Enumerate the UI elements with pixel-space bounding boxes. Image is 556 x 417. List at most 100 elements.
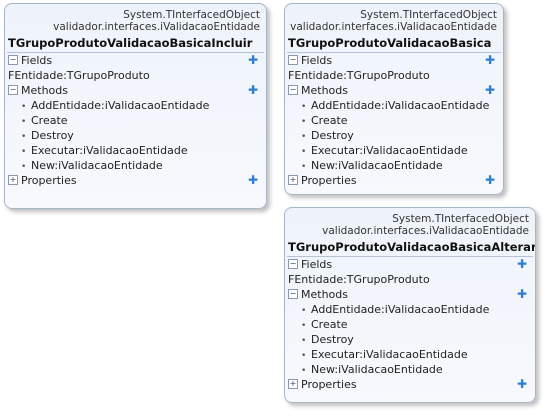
- class-title[interactable]: TGrupoProdutoValidacaoBasica: [285, 33, 503, 52]
- section-label: Properties: [301, 378, 357, 391]
- plus-icon[interactable]: ✚: [517, 287, 527, 302]
- class-stereotype: System.TInterfacedObject validador.inter…: [5, 4, 266, 33]
- minus-toggle-icon[interactable]: −: [8, 85, 18, 95]
- plus-icon[interactable]: ✚: [485, 173, 495, 188]
- method-label: New:iValidacaoEntidade: [311, 363, 443, 376]
- plus-toggle-icon[interactable]: +: [288, 175, 298, 185]
- class-stereotype: System.TInterfacedObject validador.inter…: [285, 4, 503, 33]
- method-item[interactable]: • Create: [285, 113, 503, 128]
- section-fields[interactable]: − Fields ✚: [285, 53, 503, 68]
- bullet-icon: •: [301, 117, 307, 127]
- method-item[interactable]: • Destroy: [285, 332, 535, 347]
- section-methods[interactable]: − Methods ✚: [5, 83, 266, 98]
- plus-icon[interactable]: ✚: [248, 173, 258, 188]
- minus-toggle-icon[interactable]: −: [288, 55, 298, 65]
- section-label: Fields: [21, 54, 53, 67]
- method-item[interactable]: • Create: [5, 113, 266, 128]
- plus-icon[interactable]: ✚: [517, 377, 527, 392]
- class-box[interactable]: System.TInterfacedObject validador.inter…: [284, 3, 504, 195]
- plus-icon[interactable]: ✚: [248, 83, 258, 98]
- plus-toggle-icon[interactable]: +: [288, 379, 298, 389]
- method-item[interactable]: • AddEntidade:iValidacaoEntidade: [285, 302, 535, 317]
- section-label: Properties: [21, 174, 77, 187]
- bullet-icon: •: [301, 306, 307, 316]
- bullet-icon: •: [21, 102, 27, 112]
- bullet-icon: •: [301, 366, 307, 376]
- stereotype-interface: validador.interfaces.iValidacaoEntidade: [290, 21, 497, 33]
- method-item[interactable]: • Executar:iValidacaoEntidade: [285, 143, 503, 158]
- field-item[interactable]: FEntidade:TGrupoProduto: [285, 272, 535, 287]
- bullet-icon: •: [301, 351, 307, 361]
- plus-icon[interactable]: ✚: [485, 83, 495, 98]
- minus-toggle-icon[interactable]: −: [8, 55, 18, 65]
- field-item[interactable]: FEntidade:TGrupoProduto: [5, 68, 266, 83]
- method-label: Executar:iValidacaoEntidade: [31, 144, 188, 157]
- minus-toggle-icon[interactable]: −: [288, 289, 298, 299]
- plus-toggle-icon[interactable]: +: [8, 175, 18, 185]
- method-item[interactable]: • Executar:iValidacaoEntidade: [5, 143, 266, 158]
- plus-icon[interactable]: ✚: [485, 53, 495, 68]
- bullet-icon: •: [301, 336, 307, 346]
- method-item[interactable]: • AddEntidade:iValidacaoEntidade: [5, 98, 266, 113]
- section-label: Methods: [301, 84, 348, 97]
- stereotype-interface: validador.interfaces.iValidacaoEntidade: [322, 225, 529, 237]
- bullet-icon: •: [21, 117, 27, 127]
- section-fields[interactable]: − Fields ✚: [5, 53, 266, 68]
- section-properties[interactable]: + Properties ✚: [5, 173, 266, 188]
- method-item[interactable]: • Destroy: [5, 128, 266, 143]
- stereotype-parent: System.TInterfacedObject: [360, 9, 497, 21]
- bullet-icon: •: [301, 102, 307, 112]
- section-label: Fields: [301, 54, 333, 67]
- method-label: Destroy: [311, 333, 354, 346]
- method-label: Executar:iValidacaoEntidade: [311, 348, 468, 361]
- stereotype-parent: System.TInterfacedObject: [123, 9, 260, 21]
- section-properties[interactable]: + Properties ✚: [285, 377, 535, 392]
- class-diagram: System.TInterfacedObject validador.inter…: [0, 0, 556, 417]
- method-label: New:iValidacaoEntidade: [311, 159, 443, 172]
- class-box[interactable]: System.TInterfacedObject validador.inter…: [4, 3, 267, 209]
- minus-toggle-icon[interactable]: −: [288, 259, 298, 269]
- bullet-icon: •: [301, 321, 307, 331]
- method-label: AddEntidade:iValidacaoEntidade: [31, 99, 210, 112]
- section-methods[interactable]: − Methods ✚: [285, 83, 503, 98]
- section-label: Methods: [21, 84, 68, 97]
- bullet-icon: •: [301, 147, 307, 157]
- bullet-icon: •: [301, 162, 307, 172]
- class-title[interactable]: TGrupoProdutoValidacaoBasicaAlterar: [285, 237, 535, 256]
- method-item[interactable]: • New:iValidacaoEntidade: [5, 158, 266, 173]
- class-stereotype: System.TInterfacedObject validador.inter…: [285, 208, 535, 237]
- method-label: Create: [311, 114, 348, 127]
- stereotype-parent: System.TInterfacedObject: [392, 213, 529, 225]
- plus-icon[interactable]: ✚: [248, 53, 258, 68]
- method-item[interactable]: • Executar:iValidacaoEntidade: [285, 347, 535, 362]
- method-item[interactable]: • AddEntidade:iValidacaoEntidade: [285, 98, 503, 113]
- method-label: AddEntidade:iValidacaoEntidade: [311, 99, 490, 112]
- section-label: Methods: [301, 288, 348, 301]
- method-item[interactable]: • Create: [285, 317, 535, 332]
- section-label: Fields: [301, 258, 333, 271]
- method-label: Create: [311, 318, 348, 331]
- method-label: Create: [31, 114, 68, 127]
- method-label: New:iValidacaoEntidade: [31, 159, 163, 172]
- section-label: Properties: [301, 174, 357, 187]
- method-label: Destroy: [31, 129, 74, 142]
- section-fields[interactable]: − Fields ✚: [285, 257, 535, 272]
- section-methods[interactable]: − Methods ✚: [285, 287, 535, 302]
- bullet-icon: •: [21, 162, 27, 172]
- method-item[interactable]: • New:iValidacaoEntidade: [285, 158, 503, 173]
- method-label: Executar:iValidacaoEntidade: [311, 144, 468, 157]
- section-properties[interactable]: + Properties ✚: [285, 173, 503, 188]
- method-item[interactable]: • New:iValidacaoEntidade: [285, 362, 535, 377]
- stereotype-interface: validador.interfaces.iValidacaoEntidade: [53, 21, 260, 33]
- field-item[interactable]: FEntidade:TGrupoProduto: [285, 68, 503, 83]
- method-item[interactable]: • Destroy: [285, 128, 503, 143]
- method-label: AddEntidade:iValidacaoEntidade: [311, 303, 490, 316]
- class-title[interactable]: TGrupoProdutoValidacaoBasicaIncluir: [5, 33, 266, 52]
- bullet-icon: •: [301, 132, 307, 142]
- method-label: Destroy: [311, 129, 354, 142]
- bullet-icon: •: [21, 147, 27, 157]
- bullet-icon: •: [21, 132, 27, 142]
- minus-toggle-icon[interactable]: −: [288, 85, 298, 95]
- plus-icon[interactable]: ✚: [517, 257, 527, 272]
- class-box[interactable]: System.TInterfacedObject validador.inter…: [284, 207, 536, 403]
